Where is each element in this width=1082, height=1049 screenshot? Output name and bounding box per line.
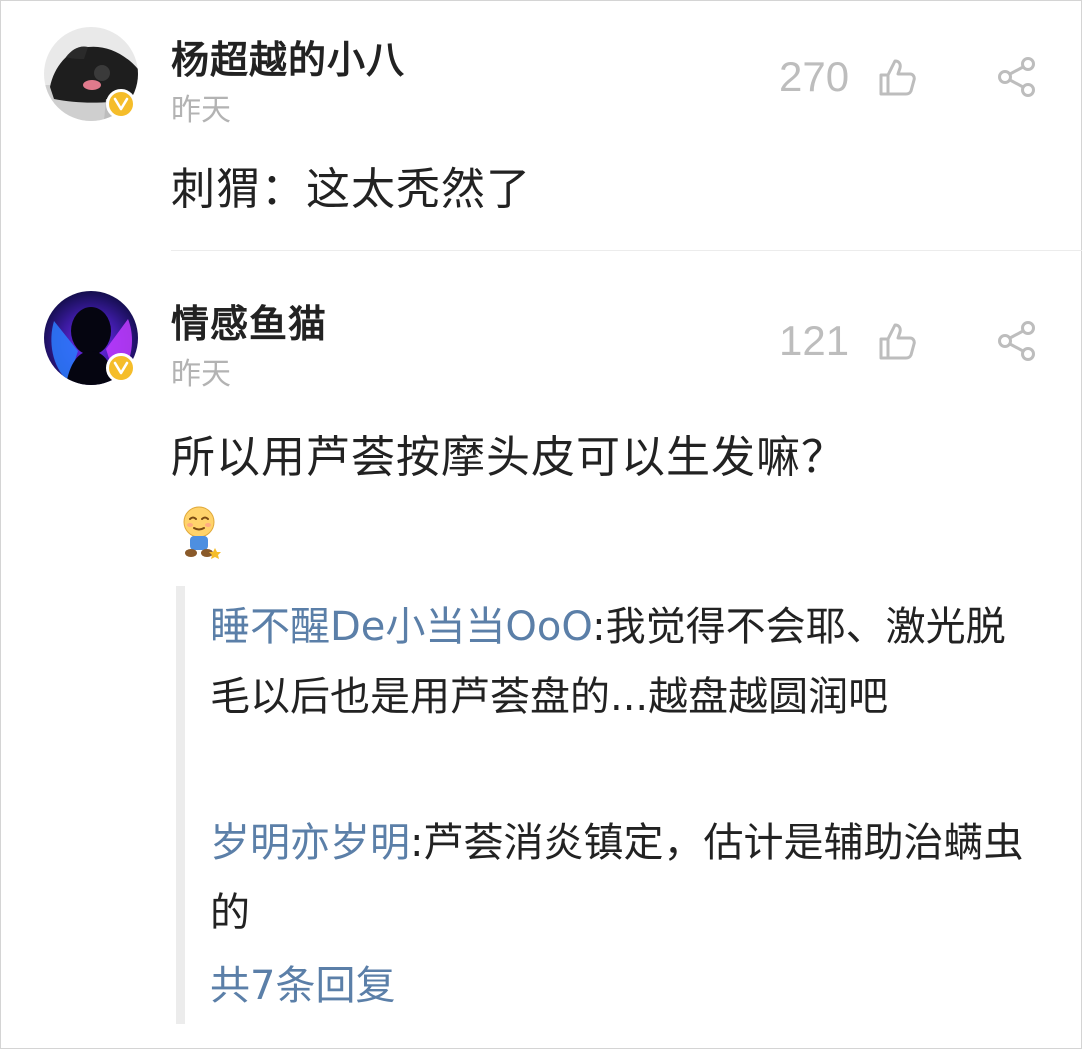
reply-bar: [176, 586, 185, 1024]
like-count[interactable]: 121: [779, 317, 849, 365]
verified-badge-icon: [106, 353, 136, 383]
comment-text: 刺猬：这太秃然了: [171, 164, 531, 215]
reply-section: 睡不醒De小当当OoO:我觉得不会耶、激光脱毛以后也是用芦荟盘的...越盘越圆润…: [176, 586, 1056, 1024]
share-icon[interactable]: [996, 320, 1038, 362]
username[interactable]: 杨超越的小八: [171, 29, 405, 84]
thumbs-up-icon[interactable]: [877, 321, 917, 361]
username[interactable]: 情感鱼猫: [171, 293, 327, 348]
like-count[interactable]: 270: [779, 53, 849, 101]
divider: [171, 250, 1082, 251]
sticker-emoji-icon: [179, 504, 223, 560]
verified-badge-icon: [106, 89, 136, 119]
comment-time: 昨天: [171, 357, 231, 392]
more-replies-link[interactable]: 共7条回复: [210, 956, 395, 1016]
comment-list: 杨超越的小八 昨天 270 刺猬：这太秃然了 情感鱼猫 昨天 121 所以用芦荟…: [0, 0, 1082, 1049]
reply-item[interactable]: 睡不醒De小当当OoO:我觉得不会耶、激光脱毛以后也是用芦荟盘的...越盘越圆润…: [210, 592, 1040, 732]
reply-username[interactable]: 岁明亦岁明: [210, 820, 410, 866]
avatar[interactable]: [44, 27, 138, 121]
comment-text: 所以用芦荟按摩头皮可以生发嘛？: [171, 432, 846, 483]
avatar[interactable]: [44, 291, 138, 385]
share-icon[interactable]: [996, 56, 1038, 98]
reply-username[interactable]: 睡不醒De小当当OoO: [210, 604, 592, 650]
reply-item[interactable]: 岁明亦岁明:芦荟消炎镇定，估计是辅助治螨虫的: [210, 808, 1040, 948]
thumbs-up-icon[interactable]: [877, 57, 917, 97]
comment-time: 昨天: [171, 93, 231, 128]
